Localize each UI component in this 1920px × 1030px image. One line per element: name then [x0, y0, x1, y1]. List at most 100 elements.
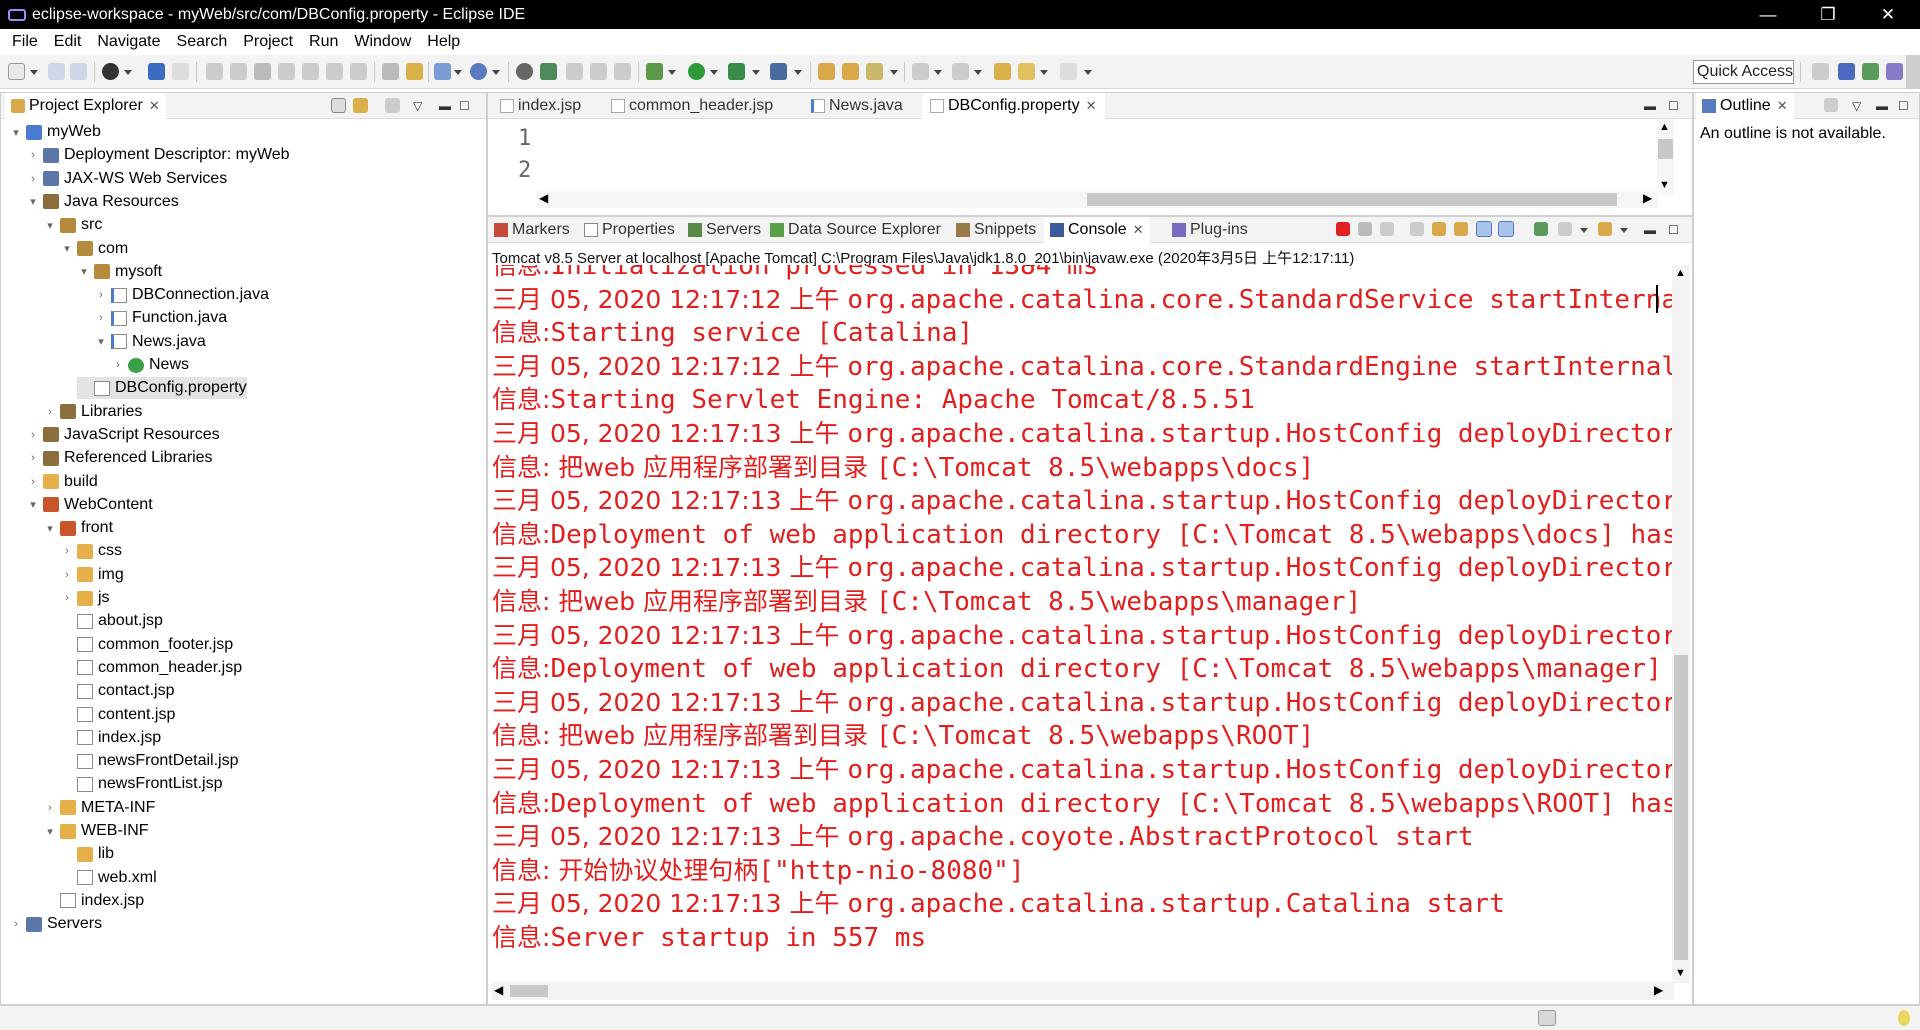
tree-item[interactable]: › News [111, 354, 189, 376]
java-perspective-icon[interactable] [1886, 63, 1903, 80]
search-icon[interactable] [866, 63, 883, 80]
tree-item[interactable]: index.jsp [60, 727, 161, 749]
tree-item[interactable]: common_footer.jsp [60, 634, 233, 656]
scroll-thumb[interactable] [1658, 139, 1673, 159]
tab-markers[interactable]: Markers [490, 217, 574, 243]
scroll-down-icon[interactable]: ▼ [1659, 179, 1670, 191]
tab-outline[interactable]: Outline ✕ [1696, 93, 1794, 119]
collapsed-arrow-icon[interactable]: › [9, 918, 23, 930]
close-icon[interactable]: ✕ [1133, 222, 1144, 238]
step-into-icon[interactable] [302, 63, 319, 80]
debug-dropdown-icon[interactable] [668, 70, 676, 75]
terminate-icon[interactable] [254, 63, 271, 80]
save-icon[interactable] [48, 63, 65, 80]
scroll-right-icon[interactable]: ▶ [1654, 983, 1663, 997]
tip-lightbulb-icon[interactable] [1898, 1010, 1910, 1026]
web-browser-icon[interactable] [470, 63, 487, 80]
server-dropdown-icon[interactable] [454, 70, 462, 75]
tree-item[interactable]: ▾ myWeb [9, 121, 101, 143]
browser-dropdown-icon[interactable] [492, 70, 500, 75]
menu-navigate[interactable]: Navigate [89, 33, 168, 51]
minimize-icon[interactable]: ▬ [1644, 223, 1656, 237]
tree-item[interactable]: contact.jsp [60, 680, 174, 702]
tree-item[interactable]: › Libraries [43, 401, 142, 423]
tree-item[interactable]: common_header.jsp [60, 657, 242, 679]
tab-snippets[interactable]: Snippets [952, 217, 1040, 243]
new-icon[interactable] [8, 63, 25, 80]
tree-item[interactable]: ▾ News.java [94, 331, 206, 353]
collapsed-arrow-icon[interactable]: › [60, 569, 74, 581]
menu-project[interactable]: Project [235, 33, 301, 51]
open-console-dropdown-icon[interactable] [1620, 228, 1628, 233]
new-server-icon[interactable] [434, 63, 451, 80]
step-return-icon[interactable] [350, 63, 367, 80]
view-menu-icon[interactable]: ▽ [413, 99, 422, 113]
menu-search[interactable]: Search [169, 33, 236, 51]
tree-item[interactable]: newsFrontDetail.jsp [60, 750, 239, 772]
editor-vertical-scrollbar[interactable]: ▲ ▼ [1657, 119, 1674, 195]
coverage-dropdown-icon[interactable] [794, 70, 802, 75]
collapse-all-icon[interactable] [331, 98, 346, 113]
console-icon[interactable] [148, 63, 165, 80]
view-menu-icon[interactable]: ▽ [1852, 99, 1861, 113]
menu-run[interactable]: Run [301, 33, 346, 51]
expanded-arrow-icon[interactable]: ▾ [43, 825, 57, 838]
back-dropdown-icon[interactable] [1040, 70, 1048, 75]
show-whitespace-icon[interactable] [590, 63, 607, 80]
external-dropdown-icon[interactable] [752, 70, 760, 75]
tree-item[interactable]: DBConfig.property [77, 377, 247, 400]
tab-data-source-explorer[interactable]: Data Source Explorer [766, 217, 945, 243]
collapsed-arrow-icon[interactable]: › [43, 406, 57, 418]
tree-item[interactable]: › META-INF [43, 797, 155, 819]
expanded-arrow-icon[interactable]: ▾ [77, 265, 91, 278]
tab-dbconfig-property[interactable]: DBConfig.property ✕ [922, 93, 1105, 119]
tree-item[interactable]: › js [60, 587, 109, 609]
open-type-icon[interactable] [818, 63, 835, 80]
close-icon[interactable]: ✕ [1777, 98, 1788, 114]
profile-dropdown-icon[interactable] [124, 70, 132, 75]
editor-horizontal-scrollbar[interactable]: ◀ ▶ [537, 191, 1658, 208]
paragraph-icon[interactable] [614, 63, 631, 80]
expanded-arrow-icon[interactable]: ▾ [9, 126, 23, 139]
console-horizontal-scrollbar[interactable]: ◀ ▶ [492, 982, 1674, 1000]
skip-breakpoints-icon[interactable] [172, 63, 189, 80]
last-edit-location-icon[interactable] [994, 63, 1011, 80]
java-ee-perspective-icon[interactable] [1838, 63, 1855, 80]
tree-item[interactable]: › build [26, 471, 98, 493]
expanded-arrow-icon[interactable]: ▾ [26, 195, 40, 208]
remove-all-terminated-icon[interactable] [1380, 222, 1394, 236]
suspend-icon[interactable] [230, 63, 247, 80]
tree-item[interactable]: ▾ WebContent [26, 494, 152, 516]
previous-annotation-dropdown-icon[interactable] [974, 70, 982, 75]
collapsed-arrow-icon[interactable]: › [26, 173, 40, 185]
maximize-icon[interactable]: ☐ [1668, 223, 1679, 237]
new-dropdown-icon[interactable] [30, 70, 38, 75]
run-external-icon[interactable] [728, 63, 745, 80]
tree-item[interactable]: ▾ com [60, 238, 128, 260]
tree-item[interactable]: ▾ front [43, 517, 113, 539]
console-vertical-scrollbar[interactable]: ▲ ▼ [1672, 265, 1690, 983]
tree-item[interactable]: ▾ mysoft [77, 261, 162, 283]
menu-file[interactable]: File [4, 33, 46, 51]
scroll-up-icon[interactable]: ▲ [1659, 121, 1670, 133]
collapsed-arrow-icon[interactable]: › [43, 802, 57, 814]
restore-button[interactable]: ❐ [1800, 0, 1856, 29]
open-console-icon[interactable] [1598, 222, 1612, 236]
collapsed-arrow-icon[interactable]: › [26, 149, 40, 161]
disconnect-icon[interactable] [278, 63, 295, 80]
open-task-icon[interactable] [842, 63, 859, 80]
menu-help[interactable]: Help [419, 33, 468, 51]
tab-news-java[interactable]: News.java [803, 93, 911, 119]
use-step-filters-icon[interactable] [406, 63, 423, 80]
forward-icon[interactable] [1060, 63, 1077, 80]
tree-item[interactable]: index.jsp [43, 890, 144, 912]
back-icon[interactable] [1018, 63, 1035, 80]
collapsed-arrow-icon[interactable]: › [60, 592, 74, 604]
collapsed-arrow-icon[interactable]: › [94, 312, 108, 324]
tree-item[interactable]: › Function.java [94, 307, 227, 329]
collapsed-arrow-icon[interactable]: › [26, 476, 40, 488]
tree-item[interactable]: › Referenced Libraries [26, 447, 212, 469]
collapsed-arrow-icon[interactable]: › [26, 452, 40, 464]
tab-common-header-jsp[interactable]: common_header.jsp [603, 93, 781, 119]
save-all-icon[interactable] [70, 63, 87, 80]
